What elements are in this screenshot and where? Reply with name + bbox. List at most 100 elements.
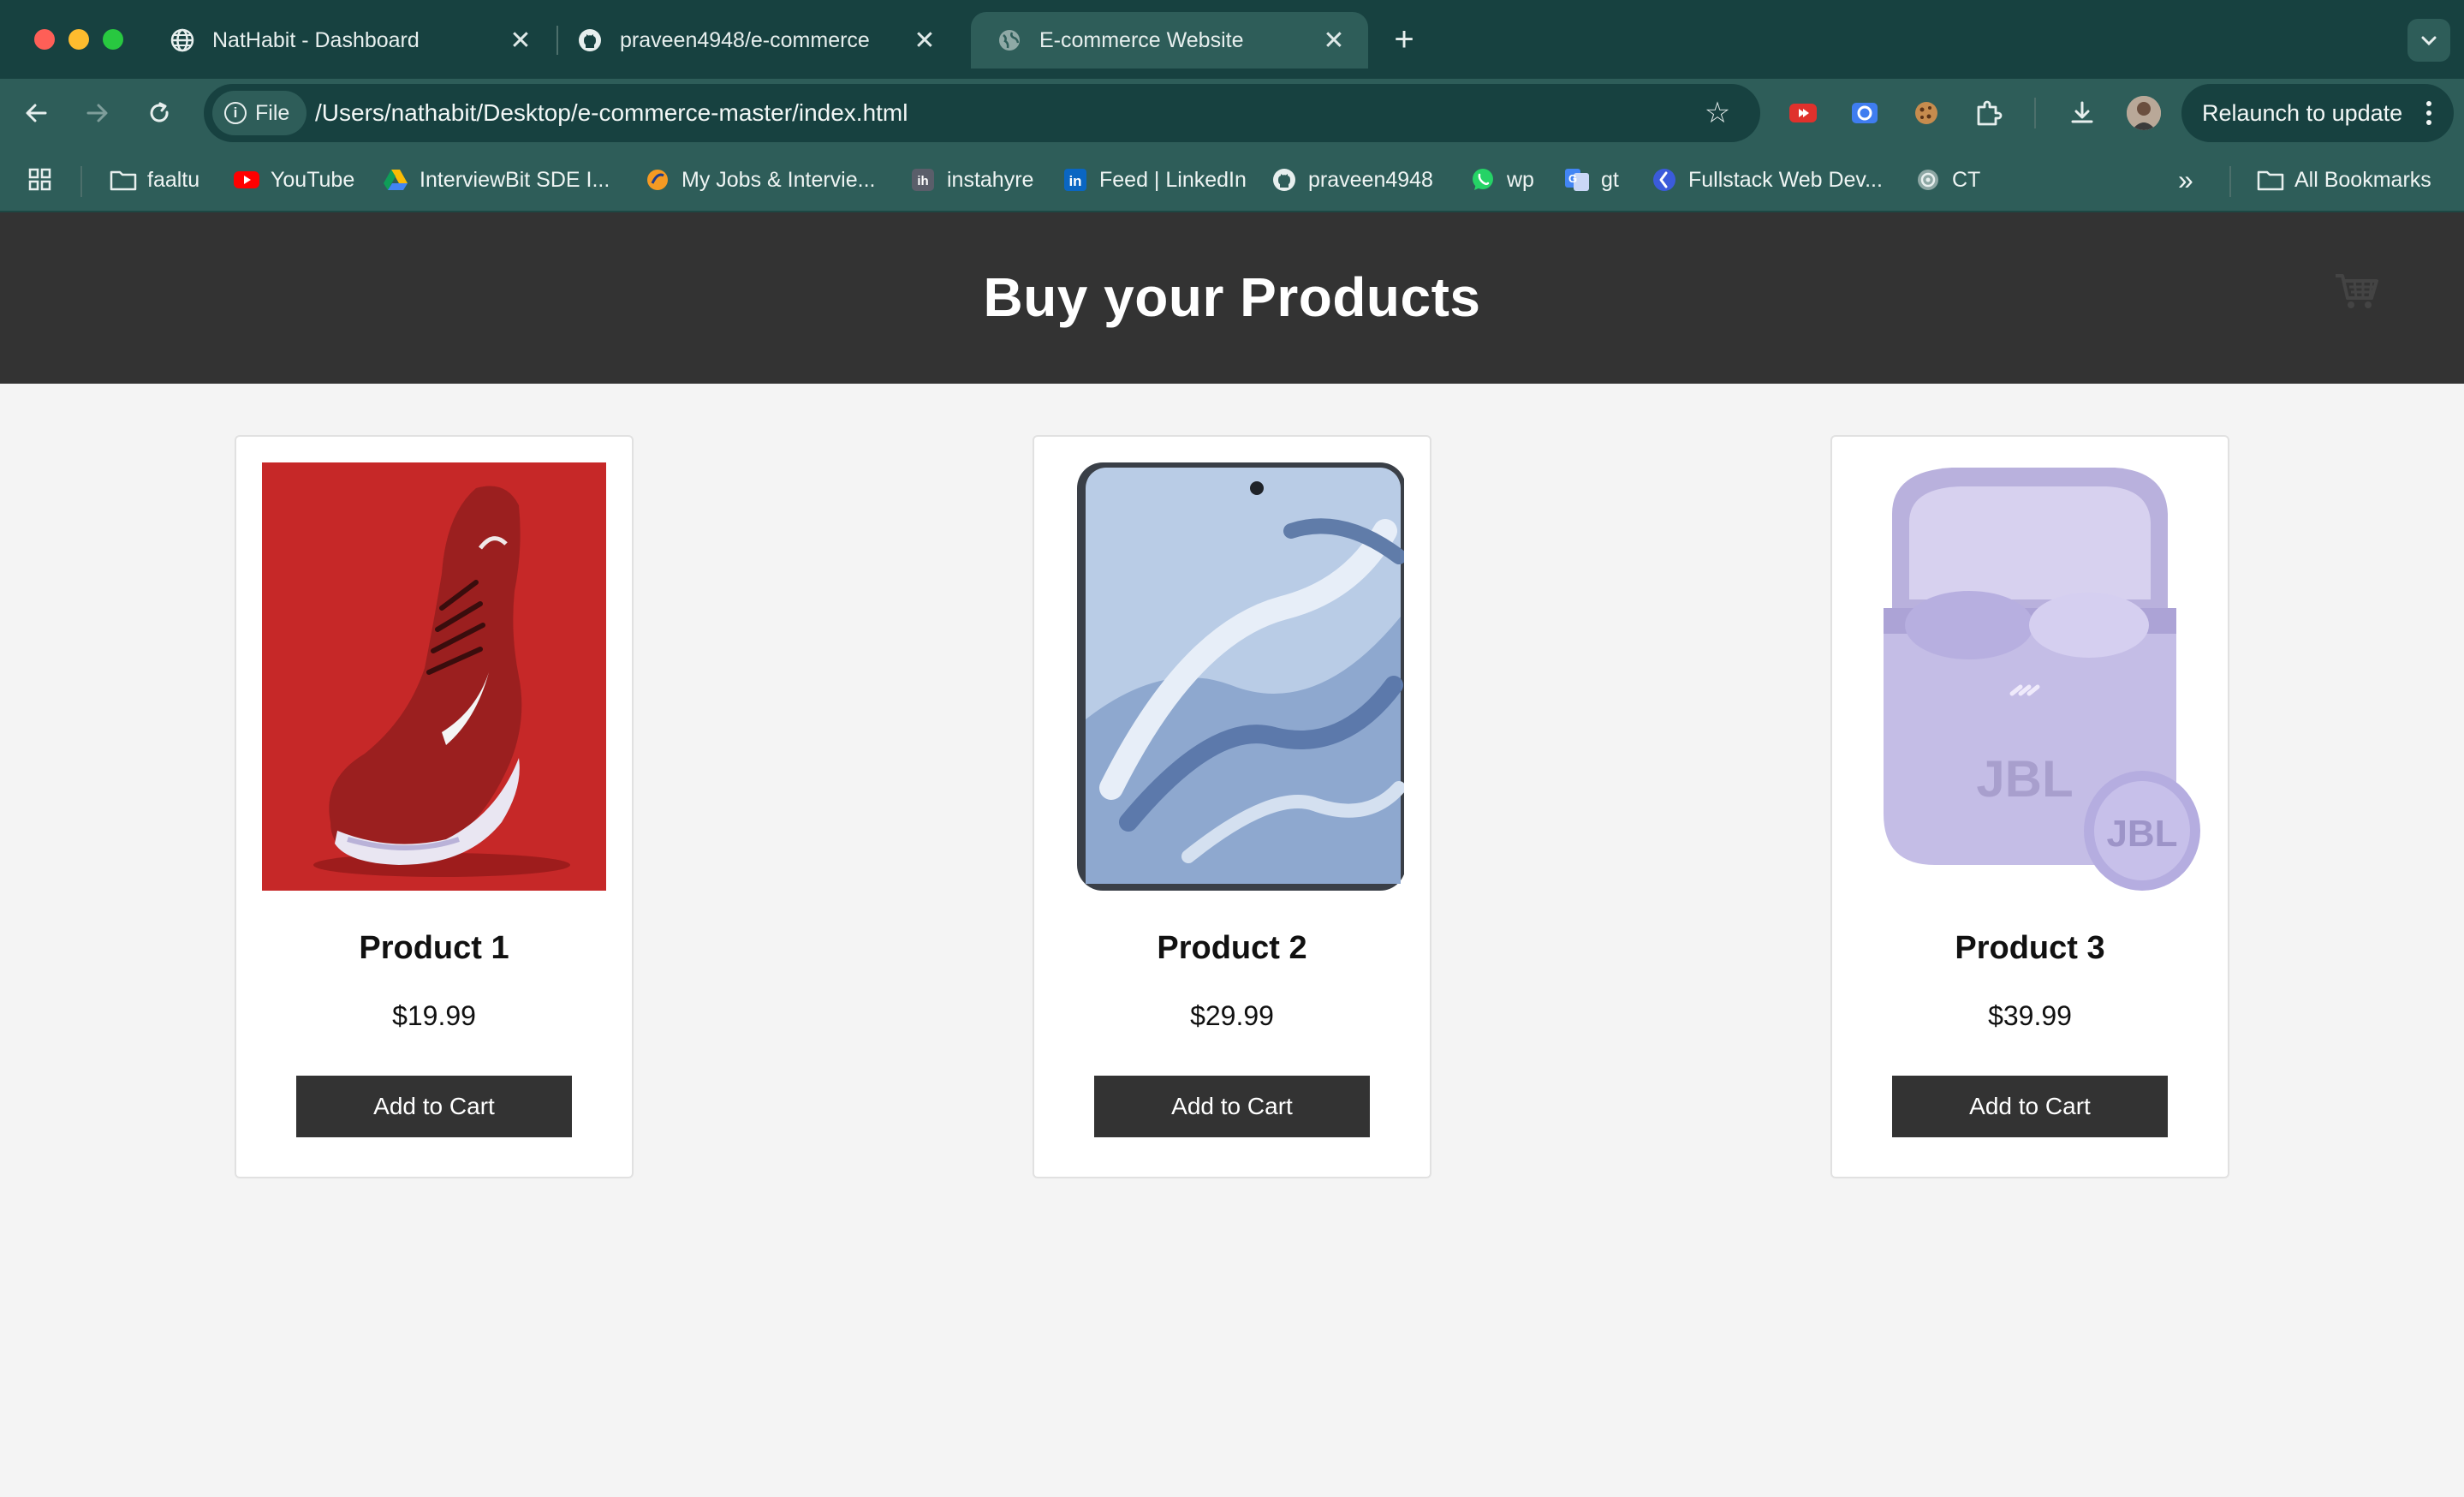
bookmarks-overflow-button[interactable]: » bbox=[2178, 163, 2193, 197]
add-to-cart-button[interactable]: Add to Cart bbox=[1094, 1076, 1370, 1137]
product-card: JBL JBL Product 3 $39.99 Add to Cart bbox=[1830, 435, 2229, 1178]
puzzle-extensions-icon[interactable] bbox=[1971, 96, 2005, 130]
product-image-earbuds: JBL JBL bbox=[1858, 462, 2202, 891]
scheme-label: File bbox=[255, 100, 290, 125]
relaunch-button[interactable]: Relaunch to update bbox=[2181, 84, 2454, 142]
bookmark-youtube[interactable]: YouTube bbox=[233, 163, 354, 197]
globe-icon bbox=[170, 27, 195, 53]
svg-text:G: G bbox=[1568, 172, 1577, 185]
product-price: $19.99 bbox=[392, 1000, 476, 1031]
cookie-extension-icon[interactable] bbox=[1909, 96, 1943, 130]
bookmark-wp[interactable]: wp bbox=[1469, 163, 1534, 197]
add-to-cart-button[interactable]: Add to Cart bbox=[296, 1076, 572, 1137]
all-bookmarks-button[interactable]: All Bookmarks bbox=[2257, 163, 2431, 197]
tab-github-repo[interactable]: praveen4948/e-commerce ✕ bbox=[551, 12, 959, 69]
toolbar-separator bbox=[2034, 98, 2036, 128]
tab-strip: NatHabit - Dashboard ✕ praveen4948/e-com… bbox=[0, 0, 2464, 79]
tab-title: praveen4948/e-commerce bbox=[620, 27, 870, 52]
browser-chrome: NatHabit - Dashboard ✕ praveen4948/e-com… bbox=[0, 0, 2464, 212]
bookmark-label: InterviewBit SDE I... bbox=[420, 167, 610, 192]
bookmark-label: faaltu bbox=[147, 167, 200, 192]
course-icon bbox=[1651, 166, 1678, 194]
whatsapp-icon bbox=[1469, 166, 1497, 194]
bookmark-gt[interactable]: G gt bbox=[1563, 163, 1619, 197]
reload-button[interactable] bbox=[139, 92, 180, 134]
product-card: Product 2 $29.99 Add to Cart bbox=[1033, 435, 1431, 1178]
address-bar[interactable]: i File /Users/nathabit/Desktop/e-commerc… bbox=[204, 84, 1760, 142]
more-menu-icon[interactable] bbox=[2426, 101, 2431, 125]
maximize-window-button[interactable] bbox=[103, 29, 123, 50]
google-drive-icon bbox=[382, 166, 409, 194]
url-text[interactable]: /Users/nathabit/Desktop/e-commerce-maste… bbox=[315, 99, 908, 127]
reload-icon bbox=[150, 102, 169, 122]
instahyre-icon: ih bbox=[909, 166, 937, 194]
bookmark-faaltu[interactable]: faaltu bbox=[110, 163, 199, 197]
minimize-window-button[interactable] bbox=[68, 29, 89, 50]
product-name: Product 3 bbox=[1955, 930, 2105, 966]
bookmark-my-jobs[interactable]: My Jobs & Intervie... bbox=[644, 163, 875, 197]
bookmark-interviewbit[interactable]: InterviewBit SDE I... bbox=[382, 163, 610, 197]
tab-nathabit-dashboard[interactable]: NatHabit - Dashboard ✕ bbox=[144, 12, 555, 69]
bookmark-fullstack[interactable]: Fullstack Web Dev... bbox=[1651, 163, 1883, 197]
apps-button[interactable] bbox=[27, 163, 53, 197]
close-tab-icon[interactable]: ✕ bbox=[503, 23, 538, 57]
bookmarks-bar: faaltu YouTube InterviewBit SDE I... My … bbox=[0, 147, 2464, 212]
arrow-right-icon bbox=[86, 104, 108, 122]
bookmark-star-icon[interactable]: ☆ bbox=[1699, 94, 1736, 132]
tab-title: E-commerce Website bbox=[1039, 27, 1244, 52]
close-window-button[interactable] bbox=[34, 29, 55, 50]
screen-recorder-extension-icon[interactable] bbox=[1848, 96, 1882, 130]
bookmark-label: Feed | LinkedIn bbox=[1099, 167, 1247, 192]
tab-ecommerce-website[interactable]: E-commerce Website ✕ bbox=[971, 12, 1368, 69]
shopping-cart-icon[interactable] bbox=[2332, 267, 2380, 315]
product-price: $29.99 bbox=[1190, 1000, 1274, 1031]
browser-toolbar: i File /Users/nathabit/Desktop/e-commerc… bbox=[0, 79, 2464, 147]
add-to-cart-button[interactable]: Add to Cart bbox=[1892, 1076, 2168, 1137]
download-icon[interactable] bbox=[2065, 96, 2099, 130]
bookmark-label: YouTube bbox=[271, 167, 355, 192]
bookmark-label: gt bbox=[1601, 167, 1619, 192]
profile-avatar[interactable] bbox=[2127, 96, 2161, 130]
svg-text:in: in bbox=[1068, 173, 1081, 189]
svg-text:ih: ih bbox=[917, 174, 928, 188]
product-name: Product 1 bbox=[359, 930, 509, 966]
bookmark-linkedin[interactable]: in Feed | LinkedIn bbox=[1062, 163, 1247, 197]
site-info-chip[interactable]: i File bbox=[212, 91, 307, 135]
bookmark-ct[interactable]: CT bbox=[1914, 163, 1980, 197]
folder-icon bbox=[110, 166, 137, 194]
svg-text:JBL: JBL bbox=[1976, 750, 2073, 808]
linkedin-icon: in bbox=[1062, 166, 1089, 194]
close-tab-icon[interactable]: ✕ bbox=[1317, 23, 1351, 57]
tab-search-button[interactable] bbox=[2407, 19, 2450, 62]
google-translate-icon: G bbox=[1563, 166, 1591, 194]
product-name: Product 2 bbox=[1157, 930, 1307, 966]
product-price: $39.99 bbox=[1988, 1000, 2072, 1031]
bookmark-label: praveen4948 bbox=[1308, 167, 1433, 192]
back-button[interactable] bbox=[15, 92, 57, 134]
relaunch-label: Relaunch to update bbox=[2202, 99, 2403, 126]
folder-icon bbox=[2257, 166, 2284, 194]
bookmark-praveen4948[interactable]: praveen4948 bbox=[1271, 163, 1433, 197]
bookmark-label: instahyre bbox=[947, 167, 1034, 192]
product-card: Product 1 $19.99 Add to Cart bbox=[235, 435, 634, 1178]
new-tab-button[interactable]: + bbox=[1385, 21, 1423, 58]
bookmark-instahyre[interactable]: ih instahyre bbox=[909, 163, 1033, 197]
forward-button[interactable] bbox=[77, 92, 118, 134]
youtube-extension-icon[interactable] bbox=[1786, 96, 1820, 130]
apps-grid-icon bbox=[28, 168, 51, 191]
close-tab-icon[interactable]: ✕ bbox=[908, 23, 942, 57]
bookmark-label: CT bbox=[1952, 167, 1981, 192]
github-icon bbox=[577, 27, 603, 53]
bookmark-label: wp bbox=[1507, 167, 1534, 192]
bookmark-separator bbox=[80, 166, 82, 197]
youtube-icon bbox=[233, 166, 260, 194]
github-icon bbox=[1271, 166, 1298, 194]
product-image-sneaker bbox=[262, 462, 606, 891]
bookmark-separator bbox=[2229, 166, 2231, 197]
bookmark-label: Fullstack Web Dev... bbox=[1688, 167, 1883, 192]
svg-text:JBL: JBL bbox=[2106, 813, 2177, 855]
info-icon: i bbox=[224, 102, 247, 124]
chatgpt-icon bbox=[1914, 166, 1942, 194]
site-header: Buy your Products bbox=[0, 212, 2464, 384]
bookmark-label: All Bookmarks bbox=[2294, 167, 2431, 192]
